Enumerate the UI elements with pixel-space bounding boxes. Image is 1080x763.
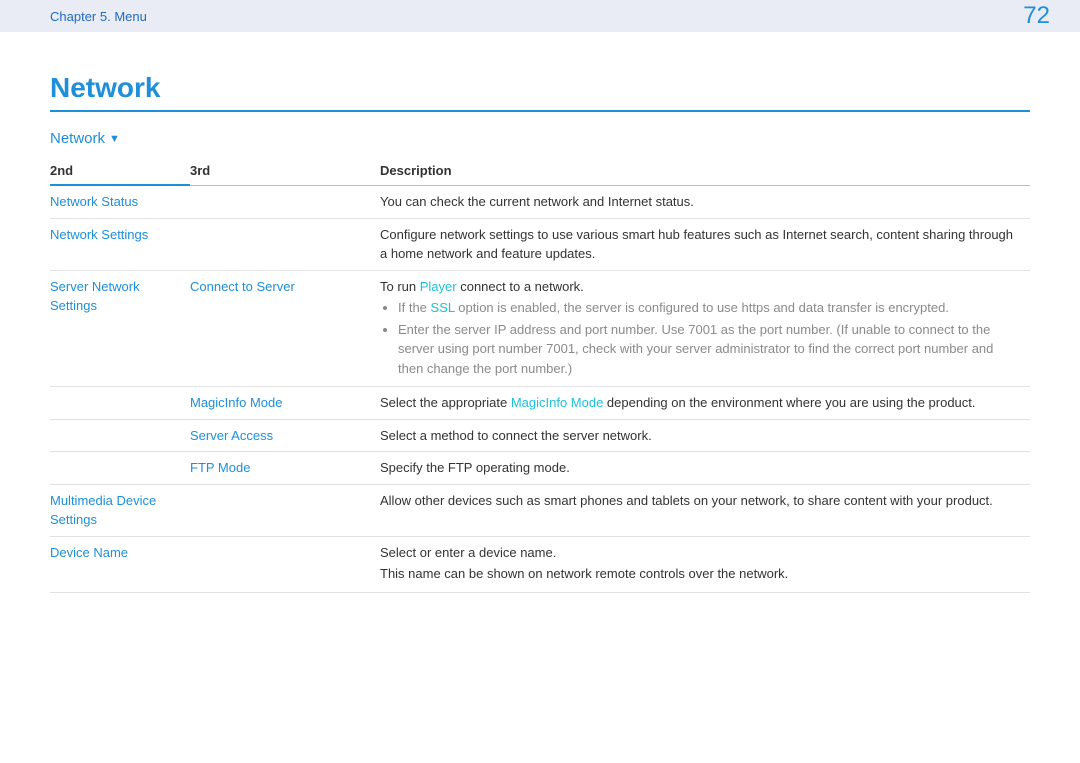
cell-3rd-server-access[interactable]: Server Access (190, 419, 380, 452)
chevron-down-icon: ▼ (109, 133, 120, 145)
cell-desc-network-settings: Configure network settings to use variou… (380, 218, 1030, 270)
ref-ssl: SSL (431, 300, 455, 315)
cell-desc-magicinfo: Select the appropriate MagicInfo Mode de… (380, 387, 1030, 420)
col-header-description: Description (380, 157, 1030, 185)
row-device-name: Device Name Select or enter a device nam… (50, 536, 1030, 592)
ref-magicinfo: MagicInfo Mode (511, 395, 604, 410)
cell-3rd-magicinfo[interactable]: MagicInfo Mode (190, 387, 380, 420)
col-header-2nd: 2nd (50, 157, 190, 185)
cell-desc-server-access: Select a method to connect the server ne… (380, 419, 1030, 452)
cell-desc-device-name: Select or enter a device name. This name… (380, 536, 1030, 592)
cell-2nd-server-network[interactable]: Server Network Settings (50, 270, 190, 387)
cell-desc-connect-to-server: To run Player connect to a network. If t… (380, 270, 1030, 387)
row-ftp-mode: FTP Mode Specify the FTP operating mode. (50, 452, 1030, 485)
page-content: Network Network ▼ 2nd 3rd Description Ne… (0, 32, 1080, 593)
cell-desc-network-status: You can check the current network and In… (380, 185, 1030, 218)
cell-2nd-network-status[interactable]: Network Status (50, 185, 190, 218)
bullet-ip-port: Enter the server IP address and port num… (398, 320, 1022, 379)
row-network-status: Network Status You can check the current… (50, 185, 1030, 218)
row-magicinfo-mode: MagicInfo Mode Select the appropriate Ma… (50, 387, 1030, 420)
network-table: 2nd 3rd Description Network Status You c… (50, 157, 1030, 593)
cell-2nd-multimedia[interactable]: Multimedia Device Settings (50, 484, 190, 536)
col-header-3rd: 3rd (190, 157, 380, 185)
cell-2nd-device-name[interactable]: Device Name (50, 536, 190, 592)
page-header: Chapter 5. Menu 72 (0, 0, 1080, 32)
section-label: Network (50, 130, 105, 147)
cell-2nd-network-settings[interactable]: Network Settings (50, 218, 190, 270)
row-multimedia: Multimedia Device Settings Allow other d… (50, 484, 1030, 536)
page-number: 72 (1023, 2, 1050, 30)
page-title: Network (50, 72, 1030, 112)
section-dropdown-network[interactable]: Network ▼ (50, 130, 120, 147)
cell-desc-ftp-mode: Specify the FTP operating mode. (380, 452, 1030, 485)
ref-player: Player (420, 279, 457, 294)
cell-3rd-ftp-mode[interactable]: FTP Mode (190, 452, 380, 485)
cell-desc-multimedia: Allow other devices such as smart phones… (380, 484, 1030, 536)
cell-3rd-connect-to-server[interactable]: Connect to Server (190, 270, 380, 387)
row-network-settings: Network Settings Configure network setti… (50, 218, 1030, 270)
breadcrumb[interactable]: Chapter 5. Menu (50, 9, 147, 24)
bullet-ssl: If the SSL option is enabled, the server… (398, 298, 1022, 318)
row-connect-to-server: Server Network Settings Connect to Serve… (50, 270, 1030, 387)
row-server-access: Server Access Select a method to connect… (50, 419, 1030, 452)
